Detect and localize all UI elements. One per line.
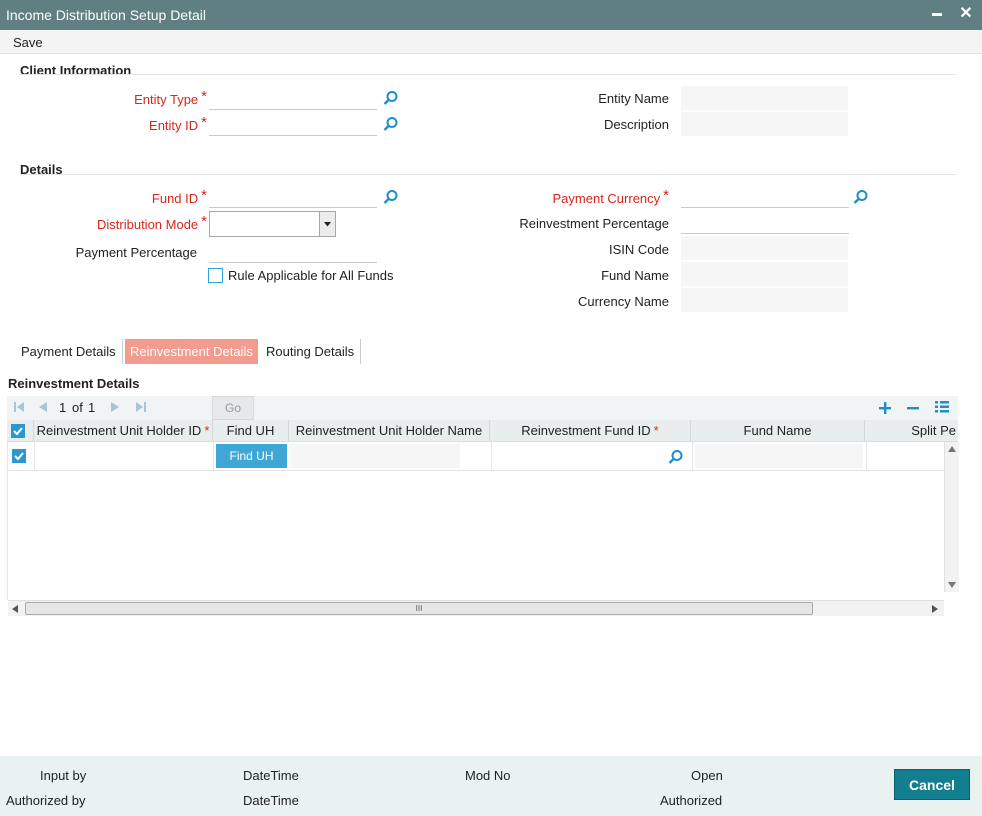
check-icon <box>13 427 23 436</box>
column-header-split-percentage[interactable]: Split Pe <box>865 420 958 441</box>
cell-divider <box>866 442 867 471</box>
check-icon <box>14 452 24 461</box>
description-label: Description <box>603 117 669 132</box>
window-titlebar: Income Distribution Setup Detail ▬ ✕ <box>0 0 982 30</box>
delete-row-icon[interactable] <box>907 402 919 414</box>
current-page: 1 <box>59 400 67 415</box>
reinvestment-details-heading: Reinvestment Details <box>8 376 140 391</box>
vertical-scrollbar[interactable] <box>944 442 959 592</box>
row-select-checkbox[interactable] <box>12 449 26 463</box>
payment-currency-search-icon[interactable] <box>853 189 869 205</box>
entity-name-label: Entity Name <box>598 91 669 106</box>
column-header-unit-holder-id[interactable]: Reinvestment Unit Holder ID * <box>34 420 213 441</box>
cancel-button[interactable]: Cancel <box>894 769 970 800</box>
horizontal-scrollbar[interactable]: III <box>8 600 944 616</box>
select-all-cell <box>7 420 34 441</box>
entity-id-input[interactable] <box>209 112 377 136</box>
tab-divider <box>360 339 361 364</box>
fund-id-search-icon[interactable] <box>383 189 399 205</box>
authorized-by-label: Authorized by <box>6 793 86 808</box>
column-header-fund-id[interactable]: Reinvestment Fund ID * <box>490 420 691 441</box>
first-page-icon[interactable] <box>13 401 25 413</box>
next-page-icon[interactable] <box>109 401 121 413</box>
find-uh-button[interactable]: Find UH <box>216 444 287 468</box>
list-view-icon[interactable] <box>935 400 949 414</box>
payment-currency-label: Payment Currency * <box>552 187 670 206</box>
fund-id-input[interactable] <box>209 184 377 208</box>
add-row-icon[interactable] <box>879 402 891 414</box>
isin-code-label: ISIN Code <box>609 242 669 257</box>
reinvestment-fund-id-input[interactable] <box>495 444 663 468</box>
fund-id-label: Fund ID * <box>151 187 207 206</box>
menu-bar: Save <box>0 30 982 54</box>
grid-toolbar: 1 of 1 Go <box>7 396 958 420</box>
entity-type-label: Entity Type * <box>134 88 207 107</box>
row-select-cell <box>8 442 35 471</box>
unit-holder-id-input[interactable] <box>35 442 214 471</box>
scroll-left-icon[interactable] <box>12 605 18 613</box>
distribution-mode-label: Distribution Mode * <box>97 213 207 232</box>
scroll-right-icon[interactable] <box>932 605 938 613</box>
grid-body: Find UH III <box>7 442 959 616</box>
minimize-icon[interactable]: ▬ <box>926 3 948 25</box>
row-fund-name-field <box>695 444 863 468</box>
entity-type-search-icon[interactable] <box>383 90 399 106</box>
chevron-down-icon[interactable] <box>319 212 335 236</box>
scroll-up-icon[interactable] <box>948 446 956 452</box>
tab-divider <box>122 339 123 364</box>
tab-payment-details[interactable]: Payment Details <box>16 339 121 364</box>
cell-divider <box>692 442 693 471</box>
payment-percentage-input[interactable] <box>209 239 377 263</box>
rule-all-funds-label: Rule Applicable for All Funds <box>228 268 394 283</box>
fund-name-field <box>681 262 848 286</box>
currency-name-label: Currency Name <box>577 294 669 309</box>
mod-no-label: Mod No <box>465 768 511 783</box>
section-divider <box>20 74 956 75</box>
description-field <box>681 112 848 136</box>
go-button[interactable]: Go <box>212 396 254 420</box>
entity-name-field <box>681 86 848 110</box>
open-status-label: Open <box>691 768 723 783</box>
total-pages: 1 <box>88 400 96 415</box>
rule-all-funds-checkbox[interactable] <box>208 268 223 283</box>
authorized-datetime-label: DateTime <box>243 793 299 808</box>
input-by-label: Input by <box>40 768 87 783</box>
entity-id-search-icon[interactable] <box>383 116 399 132</box>
table-row[interactable]: Find UH <box>8 442 944 471</box>
entity-type-input[interactable] <box>209 86 377 110</box>
page-of-label: of <box>72 400 83 415</box>
unit-holder-name-field <box>290 444 460 468</box>
column-header-fund-name[interactable]: Fund Name <box>691 420 865 441</box>
distribution-mode-select[interactable] <box>209 211 336 237</box>
select-all-checkbox[interactable] <box>11 424 25 438</box>
fund-name-label: Fund Name <box>601 268 669 283</box>
column-header-unit-holder-name[interactable]: Reinvestment Unit Holder Name <box>289 420 490 441</box>
tab-routing-details[interactable]: Routing Details <box>261 339 359 364</box>
window-title: Income Distribution Setup Detail <box>6 7 206 23</box>
previous-page-icon[interactable] <box>37 401 49 413</box>
tab-reinvestment-details[interactable]: Reinvestment Details <box>125 339 258 364</box>
currency-name-field <box>681 288 848 312</box>
scroll-down-icon[interactable] <box>948 582 956 588</box>
authorized-status-label: Authorized <box>660 793 723 808</box>
isin-code-field <box>681 236 848 260</box>
client-information-heading: Client Information <box>20 63 132 78</box>
payment-percentage-label: Payment Percentage <box>75 245 197 260</box>
grid-header: Reinvestment Unit Holder ID * Find UH Rei… <box>7 420 958 442</box>
audit-footer: Input by Authorized by DateTime DateTime… <box>0 756 982 816</box>
input-datetime-label: DateTime <box>243 768 299 783</box>
fund-id-row-search-icon[interactable] <box>668 449 684 465</box>
horizontal-scroll-thumb[interactable]: III <box>25 602 813 615</box>
reinvestment-percentage-input[interactable] <box>681 210 849 234</box>
payment-currency-input[interactable] <box>681 184 849 208</box>
save-menu-item[interactable]: Save <box>13 35 43 50</box>
reinvestment-percentage-label: Reinvestment Percentage <box>519 216 669 231</box>
section-divider <box>20 174 956 175</box>
column-header-find-uh[interactable]: Find UH <box>213 420 289 441</box>
entity-id-label: Entity ID * <box>149 114 207 133</box>
last-page-icon[interactable] <box>135 401 147 413</box>
cell-divider <box>491 442 492 471</box>
close-icon[interactable]: ✕ <box>955 3 977 25</box>
